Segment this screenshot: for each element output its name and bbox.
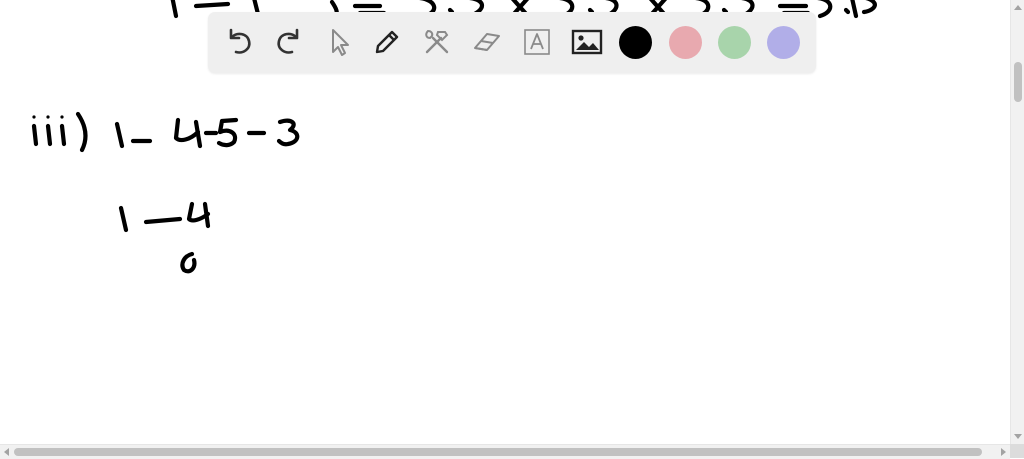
drawing-toolbar <box>208 12 816 73</box>
cursor-arrow-icon <box>332 29 349 56</box>
hammer-wrench-icon <box>425 29 449 54</box>
vertical-scroll-thumb[interactable] <box>1014 62 1022 102</box>
scrollbar-corner <box>1010 444 1024 458</box>
eraser-button[interactable] <box>469 24 505 60</box>
scroll-down-arrow-icon[interactable] <box>1014 434 1022 439</box>
pen-button[interactable] <box>369 24 405 60</box>
tools-button[interactable] <box>419 24 455 60</box>
scroll-right-arrow-icon[interactable] <box>1001 448 1006 456</box>
color-red-swatch[interactable] <box>669 26 702 59</box>
color-green-swatch[interactable] <box>718 26 751 59</box>
ink-roman-label <box>31 111 88 153</box>
select-button[interactable] <box>321 24 357 60</box>
ink-edge-weight <box>180 251 197 274</box>
vertical-scrollbar[interactable] <box>1010 0 1024 444</box>
color-black-swatch[interactable] <box>619 26 652 59</box>
undo-button[interactable] <box>221 24 257 60</box>
image-icon <box>571 29 603 55</box>
color-purple-swatch[interactable] <box>767 26 800 59</box>
redo-icon <box>277 28 299 54</box>
eraser-icon <box>474 33 500 51</box>
horizontal-scroll-thumb[interactable] <box>14 448 982 456</box>
ink-edge <box>118 201 211 233</box>
ink-path-sequence <box>114 117 300 149</box>
scroll-left-arrow-icon[interactable] <box>4 448 9 456</box>
text-button[interactable] <box>519 24 555 60</box>
horizontal-scrollbar[interactable] <box>0 444 1010 459</box>
text-box-icon <box>524 29 550 55</box>
scroll-up-arrow-icon[interactable] <box>1014 5 1022 10</box>
redo-button[interactable] <box>271 24 307 60</box>
undo-icon <box>229 28 251 54</box>
pen-icon <box>375 30 399 54</box>
image-button[interactable] <box>569 24 605 60</box>
